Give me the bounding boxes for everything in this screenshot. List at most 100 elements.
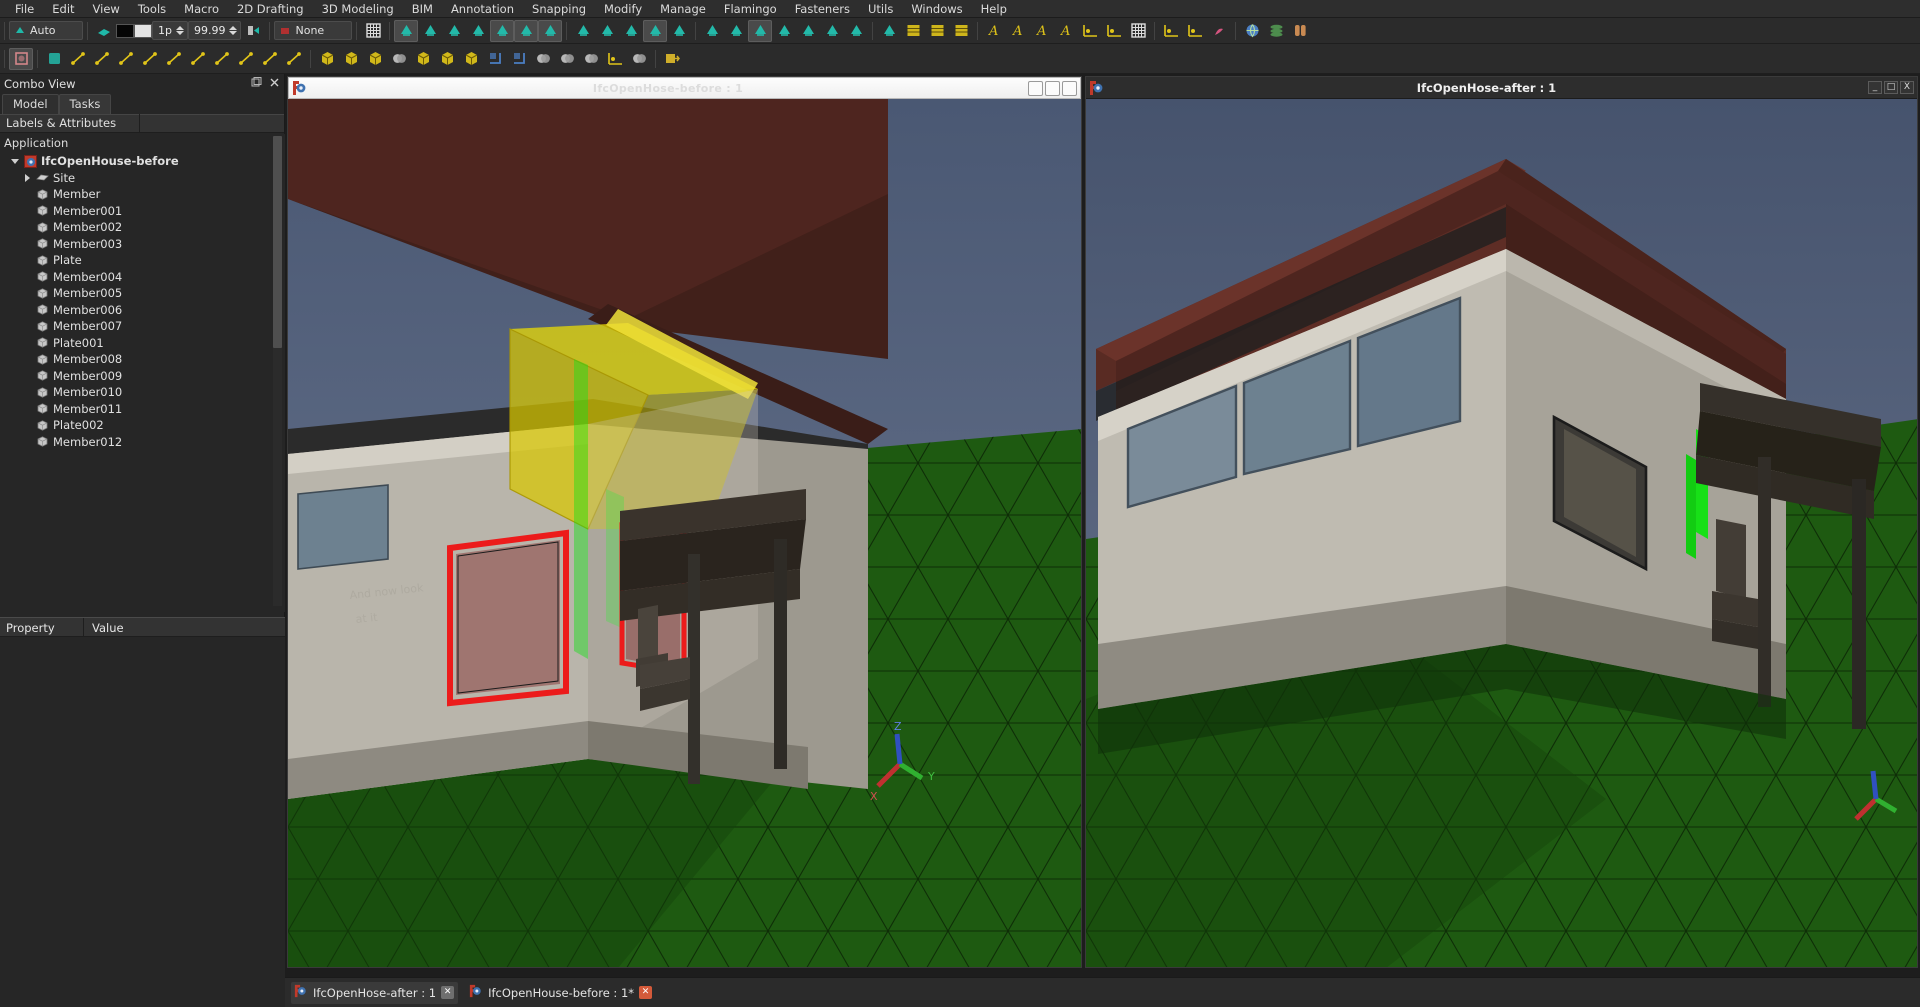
tree-root-application[interactable]: Application (0, 134, 285, 153)
menu-item-bim[interactable]: BIM (403, 0, 442, 18)
menu-item-manage[interactable]: Manage (651, 0, 715, 18)
draft-ellipse-icon[interactable] (162, 48, 186, 70)
restore-button[interactable]: □ (1884, 81, 1898, 94)
bim-column-icon[interactable] (571, 20, 595, 42)
close-icon[interactable]: ✕ (441, 986, 454, 999)
tree-scrollbar-thumb[interactable] (273, 136, 282, 348)
bim-level-icon[interactable] (466, 20, 490, 42)
restore-button[interactable] (1045, 81, 1060, 96)
apply-style-icon[interactable] (241, 20, 265, 42)
part-mirror-icon[interactable] (459, 48, 483, 70)
close-icon[interactable]: ✕ (639, 986, 652, 999)
transparency-stepper[interactable]: 99.99 (188, 21, 242, 40)
dimension-icon[interactable]: A (1030, 20, 1054, 42)
part-cut-icon[interactable] (579, 48, 603, 70)
line-width-stepper[interactable]: 1p (152, 21, 188, 40)
autogroup-combo[interactable]: Auto (9, 21, 83, 40)
tree-item-member012[interactable]: Member012 (0, 434, 285, 451)
draft-polyline-icon[interactable] (66, 48, 90, 70)
minimize-button[interactable] (1028, 81, 1043, 96)
bim-truss-icon[interactable] (844, 20, 868, 42)
part-boolean-icon[interactable] (387, 48, 411, 70)
subwindow-before-titlebar[interactable]: IfcOpenHose-before : 1 (288, 77, 1081, 99)
bim-project-icon[interactable] (394, 20, 418, 42)
flamingo-icon[interactable] (1207, 20, 1231, 42)
bim-site-icon[interactable] (418, 20, 442, 42)
tree-item-member001[interactable]: Member001 (0, 203, 285, 220)
chevron-down-icon[interactable] (8, 159, 22, 164)
draft-snap-lock-icon[interactable] (9, 48, 33, 70)
working-plane-combo[interactable]: None (274, 21, 352, 40)
bim-frame-icon[interactable] (796, 20, 820, 42)
bim-wall-icon[interactable] (514, 20, 538, 42)
minimize-button[interactable]: _ (1868, 81, 1882, 94)
bim-schedule-icon[interactable] (949, 20, 973, 42)
bim-slab-icon[interactable] (619, 20, 643, 42)
menu-item-snapping[interactable]: Snapping (523, 0, 595, 18)
face-color-swatch[interactable] (116, 24, 134, 38)
draft-bezier-icon[interactable] (258, 48, 282, 70)
part-shapebuilder-icon[interactable] (411, 48, 435, 70)
close-button[interactable] (1062, 81, 1077, 96)
select-plane-icon[interactable] (92, 20, 116, 42)
bim-panel-icon[interactable] (772, 20, 796, 42)
close-icon[interactable] (269, 77, 280, 88)
draft-arc-icon[interactable] (114, 48, 138, 70)
menu-item-flamingo[interactable]: Flamingo (715, 0, 786, 18)
draft-rectangle-icon[interactable] (210, 48, 234, 70)
draft-arc-3points-icon[interactable] (138, 48, 162, 70)
document-tab-1[interactable]: IfcOpenHouse-before : 1*✕ (466, 982, 656, 1004)
tree-item-site[interactable]: Site (0, 170, 285, 187)
part-offset-icon[interactable] (507, 48, 531, 70)
close-button[interactable]: X (1900, 81, 1914, 94)
menu-item-fasteners[interactable]: Fasteners (786, 0, 859, 18)
stack-icon[interactable] (1264, 20, 1288, 42)
menu-item-windows[interactable]: Windows (902, 0, 971, 18)
bim-roof-icon[interactable] (748, 20, 772, 42)
pair-icon[interactable] (1288, 20, 1312, 42)
part-compound-icon[interactable] (627, 48, 651, 70)
part-common-icon[interactable] (555, 48, 579, 70)
draft-circle-icon[interactable] (90, 48, 114, 70)
bim-beam-icon[interactable] (595, 20, 619, 42)
draft-line-icon[interactable] (42, 48, 66, 70)
part-section-icon[interactable] (603, 48, 627, 70)
tree-item-member[interactable]: Member (0, 186, 285, 203)
line-width-arrows[interactable] (176, 26, 184, 35)
tree-item-member004[interactable]: Member004 (0, 269, 285, 286)
ifc-export-icon[interactable] (660, 48, 684, 70)
tree-item-plate001[interactable]: Plate001 (0, 335, 285, 352)
tree-item-member008[interactable]: Member008 (0, 351, 285, 368)
viewport-before[interactable]: And now look at it X Y Z (288, 99, 1081, 967)
tree-item-member009[interactable]: Member009 (0, 368, 285, 385)
undock-icon[interactable] (251, 77, 262, 88)
tree-item-member003[interactable]: Member003 (0, 236, 285, 253)
part-primitives-icon[interactable] (339, 48, 363, 70)
subwindow-before[interactable]: IfcOpenHose-before : 1 (287, 76, 1082, 968)
leader-icon[interactable]: A (1054, 20, 1078, 42)
menu-item-annotation[interactable]: Annotation (442, 0, 523, 18)
menu-item-help[interactable]: Help (972, 0, 1016, 18)
subwindow-before-buttons[interactable] (1028, 81, 1077, 96)
draft-polygon-icon[interactable] (186, 48, 210, 70)
bim-equipment-icon[interactable] (877, 20, 901, 42)
subwindow-after[interactable]: IfcOpenHose-after : 1 _ □ X (1085, 76, 1918, 968)
bim-fence-icon[interactable] (820, 20, 844, 42)
part-array-icon[interactable] (435, 48, 459, 70)
subwindow-after-buttons[interactable]: _ □ X (1868, 81, 1914, 94)
menu-item-view[interactable]: View (84, 0, 129, 18)
text-icon[interactable]: A (982, 20, 1006, 42)
menu-item-tools[interactable]: Tools (129, 0, 175, 18)
bim-building-icon[interactable] (442, 20, 466, 42)
subwindow-after-titlebar[interactable]: IfcOpenHose-after : 1 _ □ X (1086, 77, 1917, 99)
tree-item-plate[interactable]: Plate (0, 252, 285, 269)
property-editor-body[interactable] (0, 637, 285, 1007)
globe-icon[interactable] (1240, 20, 1264, 42)
bim-material-icon[interactable] (925, 20, 949, 42)
tree-item-member010[interactable]: Member010 (0, 384, 285, 401)
model-tree[interactable]: Application IfcOpenHouse-before SiteMemb… (0, 134, 285, 612)
bim-stairs-icon[interactable] (724, 20, 748, 42)
draft-bspline-icon[interactable] (234, 48, 258, 70)
axis-icon[interactable] (1078, 20, 1102, 42)
bim-door-icon[interactable] (643, 20, 667, 42)
